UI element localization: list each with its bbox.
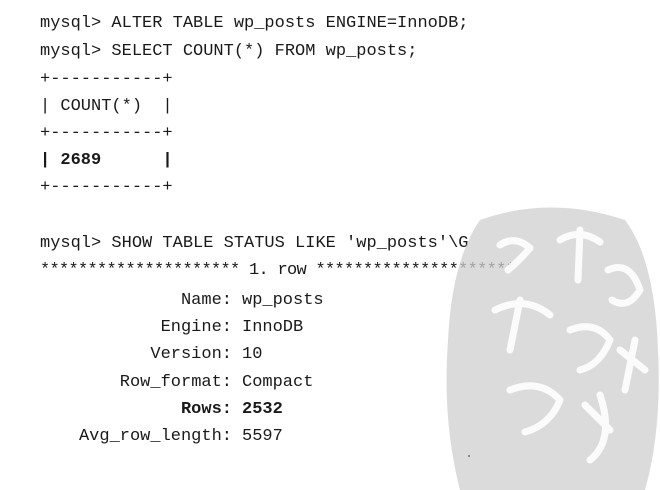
field-name-version: Version: [150, 345, 232, 365]
field-value-avg-row-length: 5597 [242, 427, 283, 447]
field-name-row-format: Row_format: [120, 373, 232, 393]
field-name-avg-row-length: Avg_row_length: [79, 427, 232, 447]
document-page: mysql> ALTER TABLE wp_posts ENGINE=InnoD… [0, 0, 660, 487]
field-value-rows: 2532 [242, 400, 283, 420]
show-table-status-command: mysql> SHOW TABLE STATUS LIKE 'wp_posts'… [40, 234, 468, 254]
select-count-command: mysql> SELECT COUNT(*) FROM wp_posts; [40, 42, 417, 62]
count-table-bottom-border: +-----------+ [40, 178, 173, 198]
seal-watermark-shape [447, 208, 659, 490]
field-value-version: 10 [242, 345, 262, 365]
field-value-name: wp_posts [242, 291, 324, 311]
count-table-value: | 2689 | [40, 151, 173, 171]
count-table-mid-border: +-----------+ [40, 124, 173, 144]
field-value-engine: InnoDB [242, 318, 303, 338]
field-name-name: Name: [181, 291, 232, 311]
field-value-row-format: Compact [242, 373, 313, 393]
count-table-header: | COUNT(*) | [40, 97, 173, 117]
alter-table-command: mysql> ALTER TABLE wp_posts ENGINE=InnoD… [40, 14, 468, 34]
seal-watermark [440, 200, 660, 490]
field-name-rows: Rows: [181, 400, 232, 420]
stray-dot [468, 455, 470, 457]
count-table-top-border: +-----------+ [40, 70, 173, 90]
field-name-engine: Engine: [161, 318, 232, 338]
